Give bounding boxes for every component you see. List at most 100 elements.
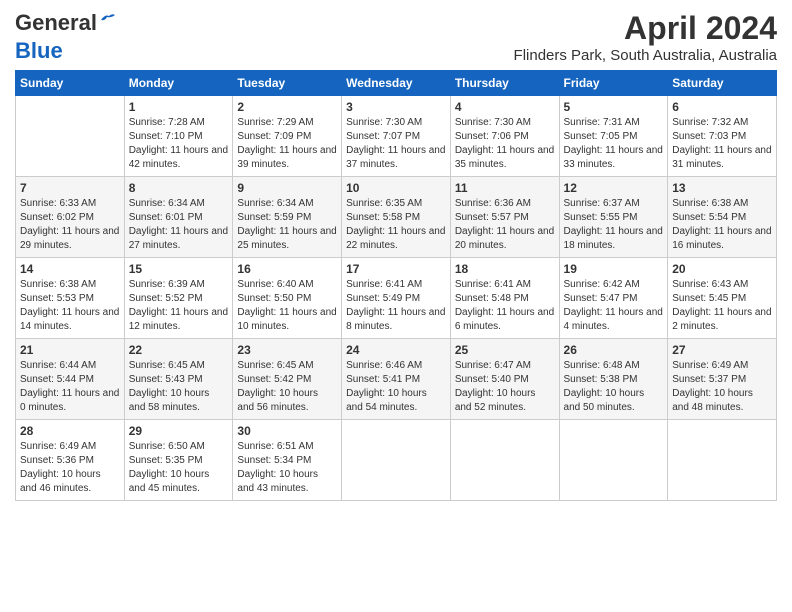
calendar-cell: 15Sunrise: 6:39 AMSunset: 5:52 PMDayligh…: [124, 258, 233, 339]
day-info: Sunrise: 6:48 AMSunset: 5:38 PMDaylight:…: [564, 359, 664, 415]
day-number: 24: [346, 343, 446, 357]
calendar-cell: 13 Sunrise: 6:38 AMSunset: 5:54 PMDayligh…: [668, 177, 777, 258]
day-info: Sunrise: 6:34 AMSunset: 5:59 PMDaylight:…: [237, 197, 337, 253]
logo-blue: Blue: [15, 38, 63, 63]
day-info: Sunrise: 6:40 AMSunset: 5:50 PMDaylight:…: [237, 278, 337, 334]
calendar-cell: 9 Sunrise: 6:34 AMSunset: 5:59 PMDaylight…: [233, 177, 342, 258]
calendar-cell: 2 Sunrise: 7:29 AMSunset: 7:09 PMDaylight…: [233, 96, 342, 177]
day-number: 16: [237, 262, 337, 276]
day-number: 26: [564, 343, 664, 357]
header-wednesday: Wednesday: [342, 71, 451, 96]
day-number: 23: [237, 343, 337, 357]
day-number: 29: [129, 424, 229, 438]
day-info: Sunrise: 6:46 AMSunset: 5:41 PMDaylight:…: [346, 359, 446, 415]
calendar-cell: 17Sunrise: 6:41 AMSunset: 5:49 PMDayligh…: [342, 258, 451, 339]
day-info: Sunrise: 6:42 AMSunset: 5:47 PMDaylight:…: [564, 278, 664, 334]
calendar-cell: [559, 420, 668, 501]
calendar-cell: 23 Sunrise: 6:45 AMSunset: 5:42 PMDayligh…: [233, 339, 342, 420]
day-info: Sunrise: 7:30 AMSunset: 7:07 PMDaylight:…: [346, 116, 446, 172]
week-row-4: 21 Sunrise: 6:44 AMSunset: 5:44 PMDayligh…: [16, 339, 777, 420]
calendar-cell: 11 Sunrise: 6:36 AMSunset: 5:57 PMDayligh…: [450, 177, 559, 258]
calendar-cell: [342, 420, 451, 501]
day-number: 7: [20, 181, 120, 195]
day-info: Sunrise: 7:31 AMSunset: 7:05 PMDaylight:…: [564, 116, 664, 172]
calendar-cell: [450, 420, 559, 501]
day-info: Sunrise: 6:33 AMSunset: 6:02 PMDaylight:…: [20, 197, 120, 253]
calendar-cell: 19 Sunrise: 6:42 AMSunset: 5:47 PMDayligh…: [559, 258, 668, 339]
logo-bird-icon: [99, 12, 115, 24]
calendar-cell: 18Sunrise: 6:41 AMSunset: 5:48 PMDayligh…: [450, 258, 559, 339]
header-saturday: Saturday: [668, 71, 777, 96]
day-info: Sunrise: 6:37 AMSunset: 5:55 PMDaylight:…: [564, 197, 664, 253]
day-number: 17: [346, 262, 446, 276]
day-info: Sunrise: 6:44 AMSunset: 5:44 PMDaylight:…: [20, 359, 120, 415]
calendar-cell: 3 Sunrise: 7:30 AMSunset: 7:07 PMDaylight…: [342, 96, 451, 177]
day-number: 8: [129, 181, 229, 195]
day-number: 21: [20, 343, 120, 357]
day-info: Sunrise: 6:49 AMSunset: 5:37 PMDaylight:…: [672, 359, 772, 415]
day-number: 9: [237, 181, 337, 195]
day-number: 4: [455, 100, 555, 114]
header-row: SundayMondayTuesdayWednesdayThursdayFrid…: [16, 71, 777, 96]
day-number: 19: [564, 262, 664, 276]
calendar-cell: 29 Sunrise: 6:50 AMSunset: 5:35 PMDayligh…: [124, 420, 233, 501]
day-number: 11: [455, 181, 555, 195]
day-number: 13: [672, 181, 772, 195]
day-info: Sunrise: 6:38 AMSunset: 5:54 PMDaylight:…: [672, 197, 772, 253]
day-info: Sunrise: 7:28 AMSunset: 7:10 PMDaylight:…: [129, 116, 229, 172]
calendar-cell: 4 Sunrise: 7:30 AMSunset: 7:06 PMDaylight…: [450, 96, 559, 177]
calendar-cell: 12Sunrise: 6:37 AMSunset: 5:55 PMDayligh…: [559, 177, 668, 258]
week-row-3: 14 Sunrise: 6:38 AMSunset: 5:53 PMDayligh…: [16, 258, 777, 339]
calendar-cell: 6 Sunrise: 7:32 AMSunset: 7:03 PMDaylight…: [668, 96, 777, 177]
calendar-cell: 8 Sunrise: 6:34 AMSunset: 6:01 PMDaylight…: [124, 177, 233, 258]
day-info: Sunrise: 6:51 AMSunset: 5:34 PMDaylight:…: [237, 440, 337, 496]
calendar-cell: 30Sunrise: 6:51 AMSunset: 5:34 PMDayligh…: [233, 420, 342, 501]
calendar-cell: 26 Sunrise: 6:48 AMSunset: 5:38 PMDayligh…: [559, 339, 668, 420]
header-friday: Friday: [559, 71, 668, 96]
page-header: General Blue April 2024 Flinders Park, S…: [15, 10, 777, 64]
header-monday: Monday: [124, 71, 233, 96]
day-number: 25: [455, 343, 555, 357]
day-info: Sunrise: 6:36 AMSunset: 5:57 PMDaylight:…: [455, 197, 555, 253]
header-sunday: Sunday: [16, 71, 125, 96]
calendar-cell: 28 Sunrise: 6:49 AMSunset: 5:36 PMDayligh…: [16, 420, 125, 501]
calendar-cell: 25Sunrise: 6:47 AMSunset: 5:40 PMDayligh…: [450, 339, 559, 420]
calendar-cell: 7 Sunrise: 6:33 AMSunset: 6:02 PMDaylight…: [16, 177, 125, 258]
calendar-cell: 27 Sunrise: 6:49 AMSunset: 5:37 PMDayligh…: [668, 339, 777, 420]
day-info: Sunrise: 7:29 AMSunset: 7:09 PMDaylight:…: [237, 116, 337, 172]
day-number: 28: [20, 424, 120, 438]
calendar-cell: 1 Sunrise: 7:28 AMSunset: 7:10 PMDaylight…: [124, 96, 233, 177]
page-title: April 2024: [514, 10, 777, 47]
day-info: Sunrise: 6:43 AMSunset: 5:45 PMDaylight:…: [672, 278, 772, 334]
calendar-cell: 10Sunrise: 6:35 AMSunset: 5:58 PMDayligh…: [342, 177, 451, 258]
day-number: 14: [20, 262, 120, 276]
calendar-cell: 5Sunrise: 7:31 AMSunset: 7:05 PMDaylight…: [559, 96, 668, 177]
calendar-cell: [16, 96, 125, 177]
calendar-cell: 20 Sunrise: 6:43 AMSunset: 5:45 PMDayligh…: [668, 258, 777, 339]
header-thursday: Thursday: [450, 71, 559, 96]
calendar-cell: 14 Sunrise: 6:38 AMSunset: 5:53 PMDayligh…: [16, 258, 125, 339]
logo-general: General: [15, 10, 97, 35]
calendar-cell: 16 Sunrise: 6:40 AMSunset: 5:50 PMDayligh…: [233, 258, 342, 339]
week-row-5: 28 Sunrise: 6:49 AMSunset: 5:36 PMDayligh…: [16, 420, 777, 501]
day-info: Sunrise: 6:50 AMSunset: 5:35 PMDaylight:…: [129, 440, 229, 496]
day-number: 1: [129, 100, 229, 114]
calendar-cell: [668, 420, 777, 501]
day-info: Sunrise: 6:34 AMSunset: 6:01 PMDaylight:…: [129, 197, 229, 253]
day-info: Sunrise: 6:39 AMSunset: 5:52 PMDaylight:…: [129, 278, 229, 334]
day-info: Sunrise: 7:32 AMSunset: 7:03 PMDaylight:…: [672, 116, 772, 172]
calendar-table: SundayMondayTuesdayWednesdayThursdayFrid…: [15, 70, 777, 501]
day-number: 27: [672, 343, 772, 357]
day-info: Sunrise: 6:35 AMSunset: 5:58 PMDaylight:…: [346, 197, 446, 253]
page-subtitle: Flinders Park, South Australia, Australi…: [514, 47, 777, 64]
day-info: Sunrise: 7:30 AMSunset: 7:06 PMDaylight:…: [455, 116, 555, 172]
week-row-1: 1 Sunrise: 7:28 AMSunset: 7:10 PMDaylight…: [16, 96, 777, 177]
day-number: 20: [672, 262, 772, 276]
day-info: Sunrise: 6:38 AMSunset: 5:53 PMDaylight:…: [20, 278, 120, 334]
header-tuesday: Tuesday: [233, 71, 342, 96]
day-info: Sunrise: 6:45 AMSunset: 5:42 PMDaylight:…: [237, 359, 337, 415]
day-number: 2: [237, 100, 337, 114]
day-number: 3: [346, 100, 446, 114]
day-number: 6: [672, 100, 772, 114]
day-info: Sunrise: 6:49 AMSunset: 5:36 PMDaylight:…: [20, 440, 120, 496]
